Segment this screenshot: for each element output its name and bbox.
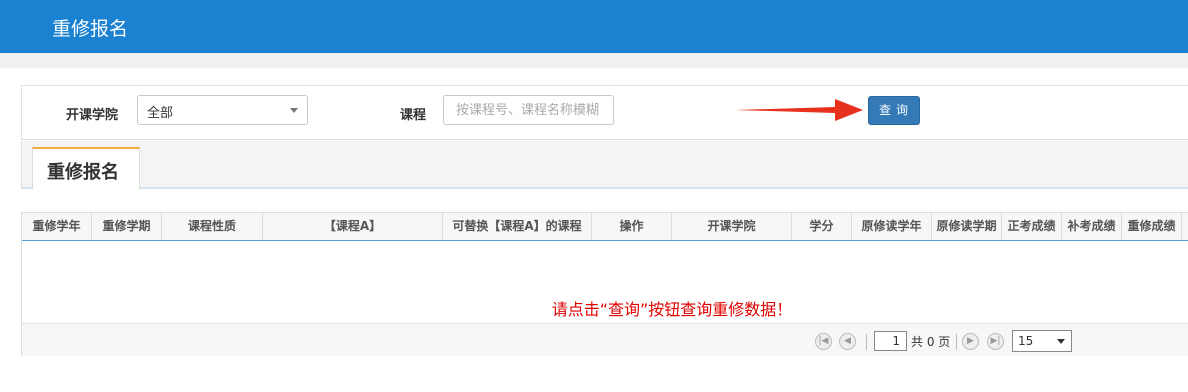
last-page-icon[interactable]: ▶| [987, 333, 1004, 350]
tab-retake-registration[interactable]: 重修报名 [32, 147, 140, 189]
page-title: 重修报名 [52, 18, 129, 40]
chevron-down-icon [1057, 339, 1065, 344]
retake-table: 重修学年 重修学期 课程性质 【课程A】 可替换【课程A】的课程 操作 开课学院… [21, 212, 1188, 356]
column-header-course-type[interactable]: 课程性质 [162, 213, 263, 240]
page-size-select[interactable]: 15 [1012, 330, 1072, 352]
column-header-credits[interactable]: 学分 [792, 213, 852, 240]
pagination-bar: |◀ ◀ 共 0 页 ▶ ▶| 15 [22, 323, 1188, 356]
next-page-icon[interactable]: ▶ [962, 333, 979, 350]
pager-divider [956, 334, 957, 350]
college-label: 开课学院 [66, 108, 119, 123]
page-number-input[interactable] [874, 331, 907, 351]
table-header: 重修学年 重修学期 课程性质 【课程A】 可替换【课程A】的课程 操作 开课学院… [22, 213, 1188, 241]
first-page-icon[interactable]: |◀ [815, 333, 832, 350]
empty-message: 请点击“查询”按钮查询重修数据！ [551, 300, 793, 319]
pager-divider [866, 334, 867, 350]
column-header-original-term[interactable]: 原修读学期 [932, 213, 1002, 240]
column-header-makeup-score[interactable]: 补考成绩 [1062, 213, 1122, 240]
course-search-input[interactable] [443, 95, 614, 125]
column-header-replacement-course[interactable]: 可替换【课程A】的课程 [443, 213, 592, 240]
column-header-retake-score[interactable]: 重修成绩 [1122, 213, 1182, 240]
prev-page-icon[interactable]: ◀ [839, 333, 856, 350]
column-header-regular-score[interactable]: 正考成绩 [1002, 213, 1062, 240]
column-header-retake-term[interactable]: 重修学期 [92, 213, 162, 240]
total-pages-text: 共 0 页 [911, 335, 951, 349]
tab-label: 重修报名 [47, 162, 119, 183]
course-label: 课程 [400, 108, 427, 123]
column-header-action[interactable]: 操作 [592, 213, 672, 240]
chevron-down-icon [290, 108, 298, 113]
college-select-value: 全部 [147, 106, 174, 121]
column-header-original-year[interactable]: 原修读学年 [852, 213, 932, 240]
page-size-value: 15 [1018, 334, 1034, 348]
table-body: 请点击“查询”按钮查询重修数据！ [22, 241, 1188, 323]
tab-strip [21, 141, 1188, 189]
column-header-college[interactable]: 开课学院 [672, 213, 792, 240]
header-gap [0, 53, 1188, 68]
query-button[interactable]: 查询 [868, 96, 920, 125]
column-header-course-a[interactable]: 【课程A】 [263, 213, 443, 240]
college-select[interactable]: 全部 [137, 95, 308, 125]
red-arrow-annotation [735, 99, 863, 121]
column-header-retake-year[interactable]: 重修学年 [22, 213, 92, 240]
top-header-bar: 重修报名 [0, 0, 1188, 53]
